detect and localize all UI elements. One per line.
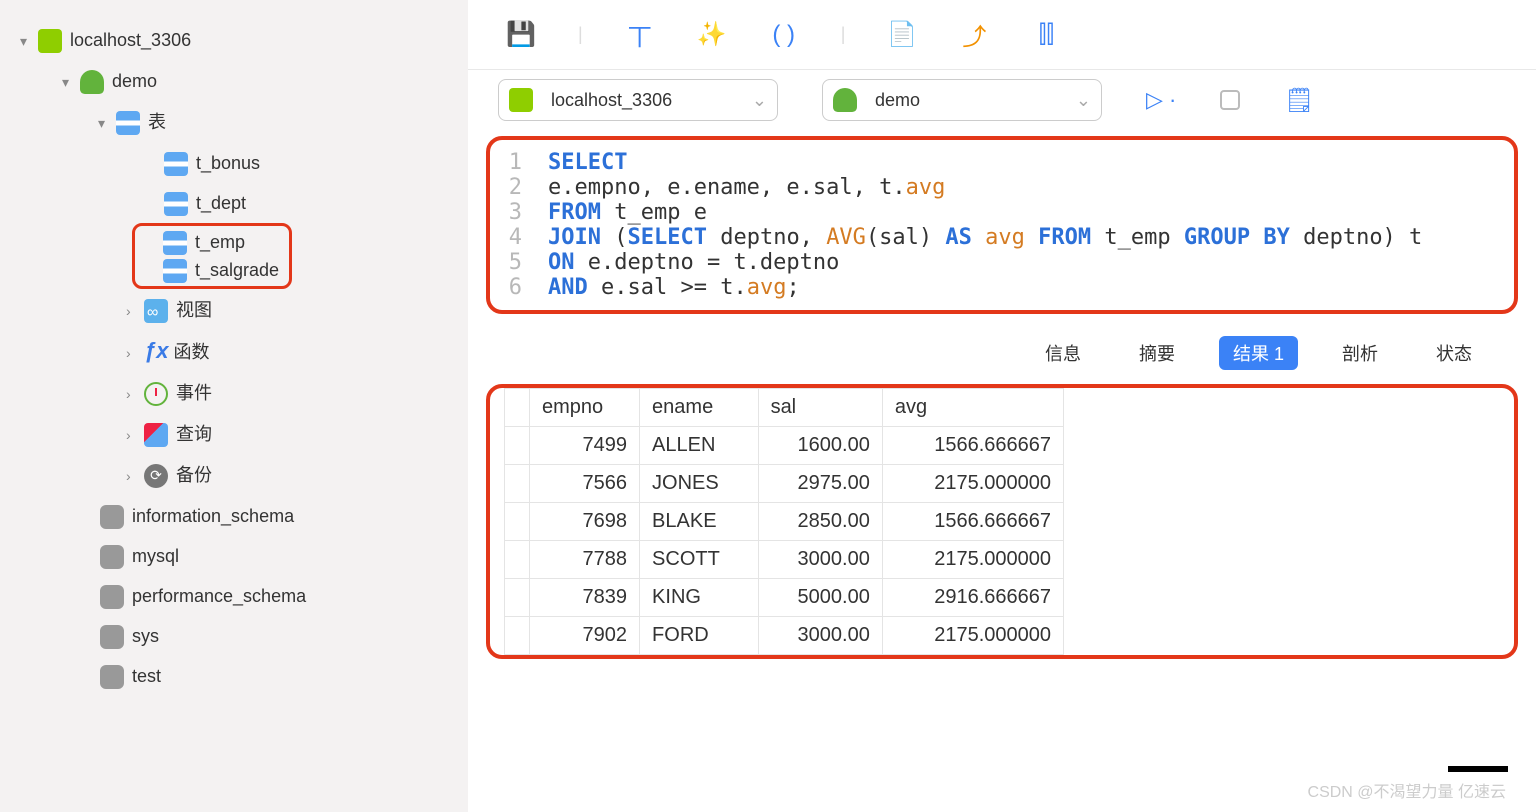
run-button[interactable]: ▷ ·: [1146, 87, 1176, 113]
table-item[interactable]: t_bonus: [20, 143, 468, 183]
events-node[interactable]: ›事件: [20, 373, 468, 414]
db-icon: [100, 545, 124, 569]
chevron-icon: ⌄: [1076, 90, 1091, 111]
backup-icon: ⟳: [144, 464, 168, 488]
table-item[interactable]: t_salgrade: [195, 260, 279, 280]
toolbar: 💾 | 丅 ✨ ( ) | 📄 ⤴ ⫿⫿: [468, 0, 1536, 70]
tab-info[interactable]: 信息: [1031, 336, 1095, 370]
tab-profile[interactable]: 剖析: [1328, 336, 1392, 370]
table-icon: [163, 231, 187, 255]
watermark: CSDN @不渴望力量 亿速云: [1308, 778, 1506, 802]
chevron-icon: ⌄: [752, 90, 767, 111]
connection-node[interactable]: ▾localhost_3306: [20, 20, 468, 61]
database-item[interactable]: sys: [20, 616, 468, 656]
main-panel: 💾 | 丅 ✨ ( ) | 📄 ⤴ ⫿⫿ localhost_3306⌄ dem…: [468, 0, 1536, 812]
result-tabs: 信息 摘要 结果 1 剖析 状态: [468, 328, 1536, 384]
tab-status[interactable]: 状态: [1422, 336, 1486, 370]
tables-node[interactable]: ▾表: [20, 102, 468, 143]
queries-node[interactable]: ›查询: [20, 414, 468, 455]
connection-label: localhost_3306: [70, 30, 191, 50]
table-label: t_bonus: [196, 153, 260, 173]
format-icon[interactable]: 丅: [625, 20, 655, 50]
copy-icon[interactable]: 📄: [887, 20, 917, 50]
magic-icon[interactable]: ✨: [697, 20, 727, 50]
tables-icon: [116, 111, 140, 135]
table-icon: [164, 192, 188, 216]
database-node[interactable]: ▾demo: [20, 61, 468, 102]
results-table: empnoenamesalavg7499ALLEN1600.001566.666…: [486, 384, 1518, 659]
tables-label: 表: [148, 112, 166, 132]
connection-selector-row: localhost_3306⌄ demo⌄ ▷ · 🗒: [468, 70, 1536, 130]
backups-label: 备份: [176, 465, 212, 485]
database-item[interactable]: information_schema: [20, 496, 468, 536]
db-icon: [100, 665, 124, 689]
database-item[interactable]: test: [20, 656, 468, 696]
highlighted-tables: t_emp t_salgrade: [132, 223, 292, 289]
tab-summary[interactable]: 摘要: [1125, 336, 1189, 370]
connection-icon: [509, 88, 533, 112]
backups-node[interactable]: ›⟳备份: [20, 455, 468, 496]
db-icon: [100, 625, 124, 649]
brackets-icon[interactable]: ( ): [769, 20, 799, 50]
db-icon: [100, 505, 124, 529]
functions-node[interactable]: ›ƒx 函数: [20, 331, 468, 373]
query-icon: [144, 423, 168, 447]
export-icon[interactable]: ⤴: [959, 20, 989, 50]
db-tree-sidebar: ▾localhost_3306 ▾demo ▾表 t_bonus t_dept …: [0, 0, 468, 812]
event-icon: [144, 382, 168, 406]
functions-label: 函数: [174, 342, 210, 362]
table-label: t_dept: [196, 193, 246, 213]
table-icon: [163, 259, 187, 283]
redaction-bar: [1448, 766, 1508, 772]
sql-editor[interactable]: 1SELECT2 e.empno, e.ename, e.sal, t.avg3…: [486, 136, 1518, 314]
table-icon: [164, 152, 188, 176]
tab-result[interactable]: 结果 1: [1219, 336, 1298, 370]
database-item[interactable]: performance_schema: [20, 576, 468, 616]
explain-icon[interactable]: 🗒: [1284, 85, 1314, 115]
events-label: 事件: [176, 383, 212, 403]
database-label: demo: [112, 71, 157, 91]
views-label: 视图: [176, 300, 212, 320]
function-icon: ƒx: [144, 338, 168, 363]
connection-icon: [38, 29, 62, 53]
db-icon: [100, 585, 124, 609]
save-icon[interactable]: 💾: [506, 20, 536, 50]
stop-button[interactable]: [1220, 90, 1240, 110]
database-dropdown[interactable]: demo⌄: [822, 79, 1102, 121]
chart-icon[interactable]: ⫿⫿: [1031, 20, 1061, 50]
database-item[interactable]: mysql: [20, 536, 468, 576]
views-node[interactable]: ›视图: [20, 290, 468, 331]
database-icon: [80, 70, 104, 94]
database-icon: [833, 88, 857, 112]
queries-label: 查询: [176, 424, 212, 444]
view-icon: [144, 299, 168, 323]
table-item[interactable]: t_dept: [20, 183, 468, 223]
table-item[interactable]: t_emp: [195, 232, 245, 252]
connection-dropdown[interactable]: localhost_3306⌄: [498, 79, 778, 121]
